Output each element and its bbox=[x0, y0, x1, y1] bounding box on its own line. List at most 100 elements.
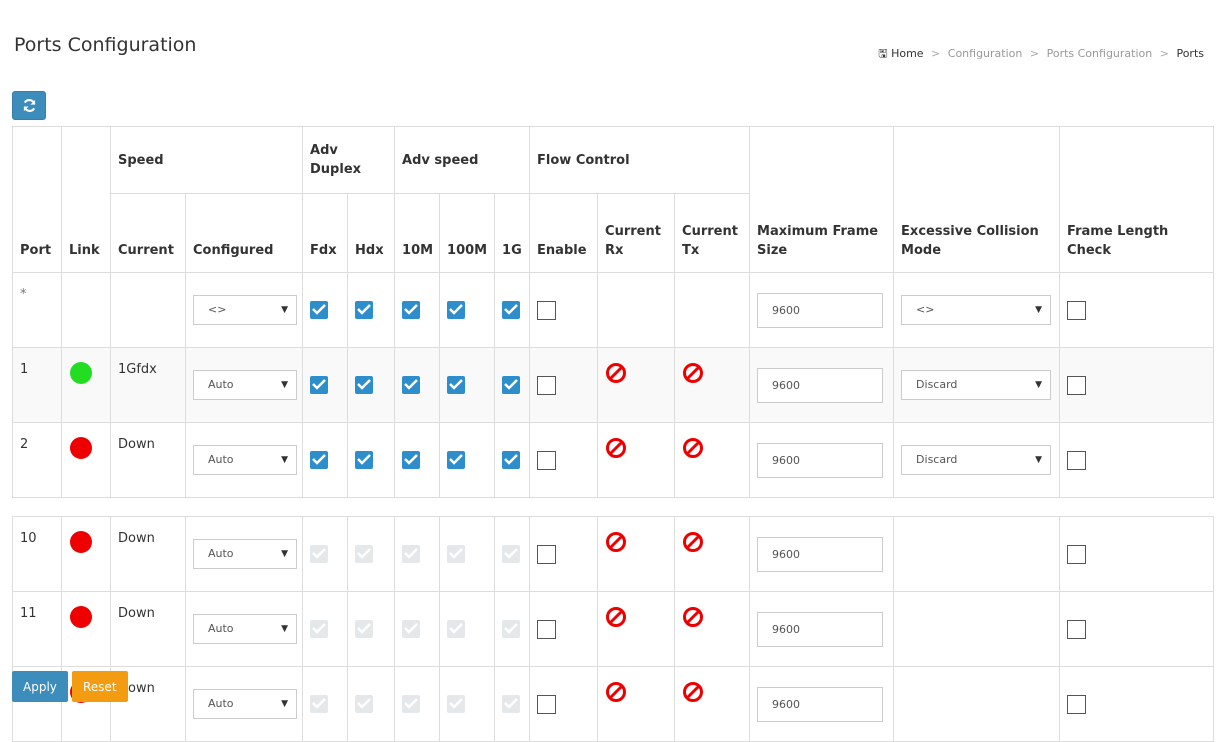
configured-speed-select[interactable]: Auto ▼ bbox=[193, 445, 297, 475]
1g-checkbox[interactable] bbox=[502, 376, 521, 394]
excessive-collision-select[interactable]: <> ▼ bbox=[901, 295, 1052, 325]
refresh-icon bbox=[23, 99, 36, 112]
frame-length-check-checkbox[interactable] bbox=[1067, 375, 1087, 395]
max-frame-size-input[interactable]: 9600 bbox=[757, 536, 884, 572]
disabled-status-icon bbox=[606, 532, 627, 552]
port-cell: 1 bbox=[12, 347, 62, 423]
frame-length-check-checkbox[interactable] bbox=[1067, 450, 1087, 470]
max-frame-size-input[interactable]: 9600 bbox=[757, 686, 884, 722]
current-speed-cell: Down bbox=[110, 422, 186, 498]
hdx-checkbox[interactable] bbox=[355, 376, 374, 394]
header-excessive-collision: Excessive Collision Mode bbox=[893, 126, 1061, 273]
breadcrumb-separator: > bbox=[1029, 47, 1040, 60]
configured-speed-select[interactable]: Auto ▼ bbox=[193, 370, 297, 400]
header-fc-current-rx: Current Rx bbox=[597, 193, 676, 273]
fdx-checkbox[interactable] bbox=[310, 376, 329, 394]
10m-checkbox[interactable] bbox=[402, 451, 421, 469]
hdx-checkbox[interactable] bbox=[355, 451, 374, 469]
configured-speed-select[interactable]: Auto ▼ bbox=[193, 614, 297, 644]
header-speed: Speed bbox=[109, 126, 304, 194]
reset-button[interactable]: Reset bbox=[72, 671, 128, 702]
hdx-checkbox bbox=[355, 620, 374, 638]
1g-checkbox[interactable] bbox=[502, 451, 521, 469]
1g-checkbox bbox=[502, 620, 521, 638]
10m-checkbox[interactable] bbox=[402, 301, 421, 319]
configured-speed-select[interactable]: Auto ▼ bbox=[193, 539, 297, 569]
disabled-status-icon bbox=[683, 438, 704, 458]
flow-control-enable-checkbox[interactable] bbox=[537, 544, 557, 564]
fdx-checkbox bbox=[310, 545, 329, 563]
flow-control-enable-checkbox[interactable] bbox=[537, 619, 557, 639]
max-frame-size-input[interactable]: 9600 bbox=[757, 367, 884, 403]
breadcrumb-ports-configuration[interactable]: Ports Configuration bbox=[1047, 47, 1153, 60]
10m-checkbox bbox=[402, 620, 421, 638]
breadcrumb-separator: > bbox=[1159, 47, 1169, 60]
breadcrumb-configuration[interactable]: Configuration bbox=[948, 47, 1023, 60]
disabled-status-icon bbox=[683, 682, 704, 702]
100m-checkbox[interactable] bbox=[447, 376, 466, 394]
frame-length-check-checkbox[interactable] bbox=[1067, 619, 1087, 639]
hdx-checkbox[interactable] bbox=[355, 301, 374, 319]
dropdown-arrow-icon: ▼ bbox=[1035, 305, 1043, 315]
excessive-collision-select[interactable]: Discard ▼ bbox=[901, 370, 1052, 400]
max-frame-size-input[interactable]: 9600 bbox=[757, 611, 884, 647]
refresh-button[interactable] bbox=[12, 91, 46, 120]
dropdown-arrow-icon: ▼ bbox=[1035, 380, 1043, 390]
1g-checkbox[interactable] bbox=[502, 301, 521, 319]
link-status-icon bbox=[70, 606, 92, 628]
max-frame-size-input[interactable]: 9600 bbox=[757, 292, 884, 328]
header-speed-current: Current bbox=[110, 193, 186, 273]
header-speed-configured: Configured bbox=[184, 193, 304, 273]
current-speed-cell: 1Gfdx bbox=[110, 347, 186, 423]
link-status-icon bbox=[70, 362, 92, 384]
max-frame-size-input[interactable]: 9600 bbox=[757, 442, 884, 478]
breadcrumb-home[interactable]: Home bbox=[891, 47, 923, 60]
disabled-status-icon bbox=[683, 363, 704, 383]
table-row-all: * <> ▼ 9600 <> ▼ bbox=[12, 272, 1215, 348]
disabled-status-icon bbox=[683, 607, 704, 627]
dropdown-arrow-icon: ▼ bbox=[281, 380, 288, 390]
current-speed-cell: Down bbox=[110, 591, 186, 667]
disabled-status-icon bbox=[683, 532, 704, 552]
table-row: 10 Down Auto ▼ 9600 bbox=[12, 516, 1215, 592]
frame-length-check-checkbox[interactable] bbox=[1067, 300, 1087, 320]
flow-control-enable-checkbox[interactable] bbox=[537, 450, 557, 470]
dropdown-arrow-icon: ▼ bbox=[281, 305, 288, 315]
header-fdx: Fdx bbox=[302, 193, 349, 273]
fdx-checkbox[interactable] bbox=[310, 451, 329, 469]
configured-speed-select[interactable]: Auto ▼ bbox=[193, 689, 297, 719]
port-cell: 10 bbox=[12, 516, 62, 592]
hdx-checkbox bbox=[355, 695, 374, 713]
flow-control-enable-checkbox[interactable] bbox=[537, 375, 557, 395]
dropdown-arrow-icon: ▼ bbox=[1035, 455, 1043, 465]
table-row: 11 Down Auto ▼ 9600 bbox=[12, 591, 1215, 667]
10m-checkbox bbox=[402, 695, 421, 713]
flow-control-enable-checkbox[interactable] bbox=[537, 300, 557, 320]
configured-speed-select[interactable]: <> ▼ bbox=[193, 295, 297, 325]
100m-checkbox[interactable] bbox=[447, 451, 466, 469]
apply-button[interactable]: Apply bbox=[12, 671, 68, 702]
frame-length-check-checkbox[interactable] bbox=[1067, 544, 1087, 564]
hdx-checkbox bbox=[355, 545, 374, 563]
link-status-icon bbox=[70, 531, 92, 553]
10m-checkbox[interactable] bbox=[402, 376, 421, 394]
table-break bbox=[12, 497, 1214, 517]
breadcrumb: 🖫 Home > Configuration > Ports Configura… bbox=[878, 45, 1204, 64]
header-fc-enable: Enable bbox=[529, 193, 599, 273]
header-hdx: Hdx bbox=[347, 193, 396, 273]
dropdown-arrow-icon: ▼ bbox=[281, 624, 288, 634]
excessive-collision-select[interactable]: Discard ▼ bbox=[901, 445, 1052, 475]
frame-length-check-checkbox[interactable] bbox=[1067, 694, 1087, 714]
fdx-checkbox[interactable] bbox=[310, 301, 329, 319]
100m-checkbox[interactable] bbox=[447, 301, 466, 319]
disabled-status-icon bbox=[606, 607, 627, 627]
dropdown-arrow-icon: ▼ bbox=[281, 549, 288, 559]
table-row: 1 1Gfdx Auto ▼ 9600 Discard ▼ bbox=[12, 347, 1215, 423]
breadcrumb-separator: > bbox=[931, 47, 941, 60]
header-fc-current-tx: Current Tx bbox=[674, 193, 751, 273]
header-link: Link bbox=[61, 126, 111, 273]
flow-control-enable-checkbox[interactable] bbox=[537, 694, 557, 714]
table-row: 2 Down Auto ▼ 9600 Discard ▼ bbox=[12, 422, 1215, 498]
page-title: Ports Configuration bbox=[14, 34, 197, 56]
current-speed-cell bbox=[110, 272, 186, 348]
